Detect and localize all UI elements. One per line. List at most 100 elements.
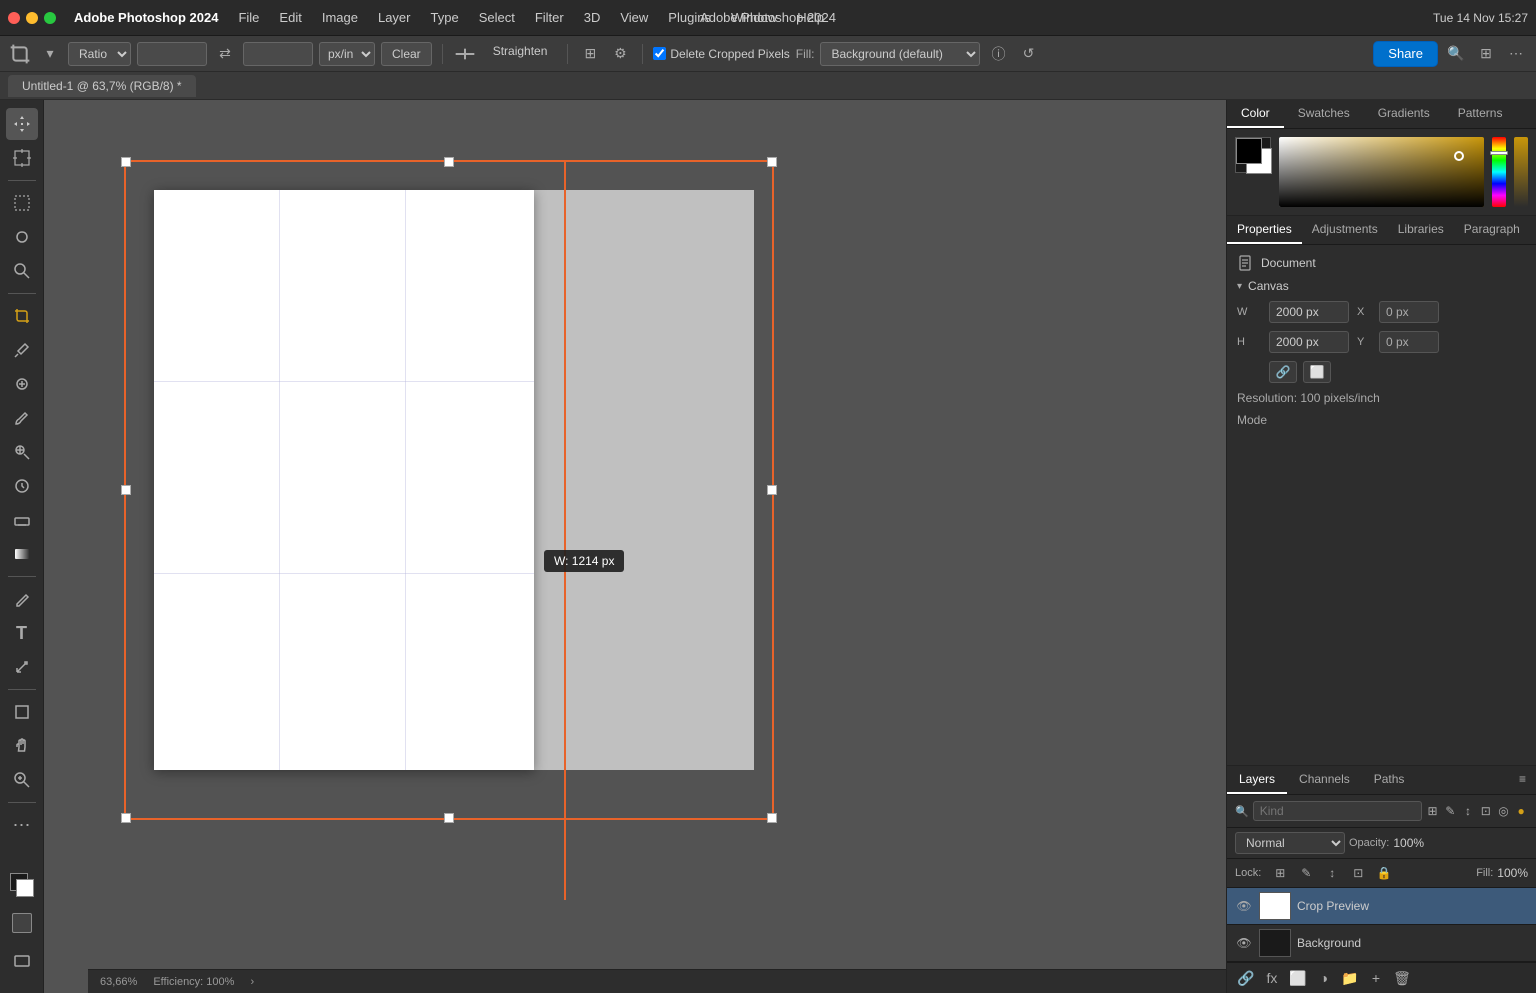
- layers-kind-input[interactable]: [1253, 801, 1422, 821]
- brush-tool[interactable]: [6, 402, 38, 434]
- grid-icon[interactable]: ⊞: [578, 42, 602, 66]
- minimize-button[interactable]: [26, 12, 38, 24]
- canvas-link-icon[interactable]: 🔗: [1269, 361, 1297, 383]
- layer-item-background[interactable]: 👁 Background: [1227, 925, 1536, 962]
- fill-select[interactable]: Background (default): [820, 42, 980, 66]
- hand-tool[interactable]: [6, 730, 38, 762]
- layer-effects-icon[interactable]: fx: [1261, 967, 1283, 989]
- tab-adjustments[interactable]: Adjustments: [1302, 216, 1388, 244]
- maximize-button[interactable]: [44, 12, 56, 24]
- new-group-icon[interactable]: 📁: [1339, 967, 1361, 989]
- arrange-icon[interactable]: ⊞: [1474, 42, 1498, 66]
- history-brush-tool[interactable]: [6, 470, 38, 502]
- crop-handle-mr[interactable]: [767, 485, 777, 495]
- layers-transform-icon[interactable]: ⊡: [1479, 801, 1493, 821]
- menu-edit[interactable]: Edit: [269, 6, 311, 29]
- more-tools-icon[interactable]: ⋯: [6, 809, 38, 841]
- lasso-tool[interactable]: [6, 221, 38, 253]
- search-icon[interactable]: 🔍: [1444, 42, 1468, 66]
- tab-channels[interactable]: Channels: [1287, 766, 1362, 794]
- eraser-tool[interactable]: [6, 504, 38, 536]
- canvas-portrait-icon[interactable]: ⬜: [1303, 361, 1331, 383]
- layers-active-icon[interactable]: ●: [1514, 801, 1528, 821]
- crop-handle-tm[interactable]: [444, 157, 454, 167]
- crop-tool[interactable]: [6, 300, 38, 332]
- color-fg-swatch[interactable]: [1236, 138, 1262, 164]
- menu-image[interactable]: Image: [312, 6, 368, 29]
- layers-edit-icon[interactable]: ✎: [1443, 801, 1457, 821]
- shape-tool[interactable]: [6, 696, 38, 728]
- canvas-x-input[interactable]: [1379, 301, 1439, 323]
- color-picker-cursor[interactable]: [1454, 151, 1464, 161]
- lock-pixels-btn[interactable]: ⊞: [1269, 863, 1291, 883]
- marquee-tool[interactable]: [6, 187, 38, 219]
- tab-gradients[interactable]: Gradients: [1364, 100, 1444, 128]
- healing-tool[interactable]: [6, 368, 38, 400]
- close-button[interactable]: [8, 12, 20, 24]
- blend-mode-select[interactable]: Normal: [1235, 832, 1345, 854]
- menu-3d[interactable]: 3D: [574, 6, 611, 29]
- straighten-btn[interactable]: Straighten: [483, 42, 558, 66]
- crop-handle-bl[interactable]: [121, 813, 131, 823]
- layer-visibility-bg[interactable]: 👁: [1235, 934, 1253, 952]
- quick-select-tool[interactable]: [6, 255, 38, 287]
- share-button[interactable]: Share: [1373, 41, 1438, 67]
- pen-tool[interactable]: [6, 583, 38, 615]
- color-hue-bar[interactable]: [1492, 137, 1506, 207]
- crop-tool-icon[interactable]: [8, 42, 32, 66]
- tab-libraries[interactable]: Libraries: [1388, 216, 1454, 244]
- layers-filter-icon[interactable]: ⊞: [1426, 801, 1440, 821]
- delete-cropped-checkbox[interactable]: [653, 47, 666, 60]
- tab-properties[interactable]: Properties: [1227, 216, 1302, 244]
- crop-handle-bm[interactable]: [444, 813, 454, 823]
- more-icon[interactable]: ⋯: [1504, 42, 1528, 66]
- color-opacity-bar[interactable]: [1514, 137, 1528, 207]
- swap-icon[interactable]: ⇄: [213, 42, 237, 66]
- ratio-select[interactable]: Ratio: [68, 42, 131, 66]
- reset-icon[interactable]: ↺: [1016, 42, 1040, 66]
- canvas-section-title[interactable]: ▾ Canvas: [1237, 279, 1526, 293]
- layer-adjustment-icon[interactable]: ◑: [1313, 967, 1335, 989]
- menu-type[interactable]: Type: [421, 6, 469, 29]
- layer-visibility-crop[interactable]: 👁: [1235, 897, 1253, 915]
- tab-patterns[interactable]: Patterns: [1444, 100, 1517, 128]
- clone-stamp-tool[interactable]: [6, 436, 38, 468]
- crop-handle-tl[interactable]: [121, 157, 131, 167]
- delete-layer-icon[interactable]: 🗑: [1391, 967, 1413, 989]
- delete-cropped-label[interactable]: Delete Cropped Pixels: [653, 47, 789, 61]
- crop-handle-ml[interactable]: [121, 485, 131, 495]
- straighten-icon[interactable]: [453, 42, 477, 66]
- quick-mask-icon[interactable]: [6, 907, 38, 939]
- eyedropper-tool[interactable]: [6, 334, 38, 366]
- color-gradient-picker[interactable]: [1279, 137, 1484, 207]
- tab-paths[interactable]: Paths: [1362, 766, 1417, 794]
- height-input[interactable]: [243, 42, 313, 66]
- menu-app-name[interactable]: Adobe Photoshop 2024: [64, 6, 228, 29]
- text-tool[interactable]: T: [6, 617, 38, 649]
- tab-swatches[interactable]: Swatches: [1284, 100, 1364, 128]
- status-arrow[interactable]: ›: [250, 976, 254, 988]
- canvas-y-input[interactable]: [1379, 331, 1439, 353]
- layer-mask-icon[interactable]: ⬜: [1287, 967, 1309, 989]
- color-hue-indicator[interactable]: [1490, 151, 1508, 155]
- path-selection-tool[interactable]: [6, 651, 38, 683]
- lock-artboard-btn[interactable]: ⊡: [1347, 863, 1369, 883]
- menu-file[interactable]: File: [228, 6, 269, 29]
- crop-handle-br[interactable]: [767, 813, 777, 823]
- menu-layer[interactable]: Layer: [368, 6, 421, 29]
- lock-all-btn[interactable]: 🔒: [1373, 863, 1395, 883]
- unit-select[interactable]: px/in: [319, 42, 375, 66]
- color-swatch-icon[interactable]: [6, 869, 38, 901]
- menu-view[interactable]: View: [610, 6, 658, 29]
- layers-move-icon[interactable]: ↕: [1461, 801, 1475, 821]
- move-tool[interactable]: [6, 108, 38, 140]
- opacity-value[interactable]: 100%: [1393, 836, 1424, 850]
- color-fg-bg-swatch[interactable]: [1235, 137, 1271, 173]
- tab-layers[interactable]: Layers: [1227, 766, 1287, 794]
- artboard-tool[interactable]: [6, 142, 38, 174]
- settings-icon[interactable]: ⚙: [608, 42, 632, 66]
- tab-color[interactable]: Color: [1227, 100, 1284, 128]
- link-layers-icon[interactable]: 🔗: [1235, 967, 1257, 989]
- zoom-tool[interactable]: [6, 764, 38, 796]
- lock-position-btn[interactable]: ↕: [1321, 863, 1343, 883]
